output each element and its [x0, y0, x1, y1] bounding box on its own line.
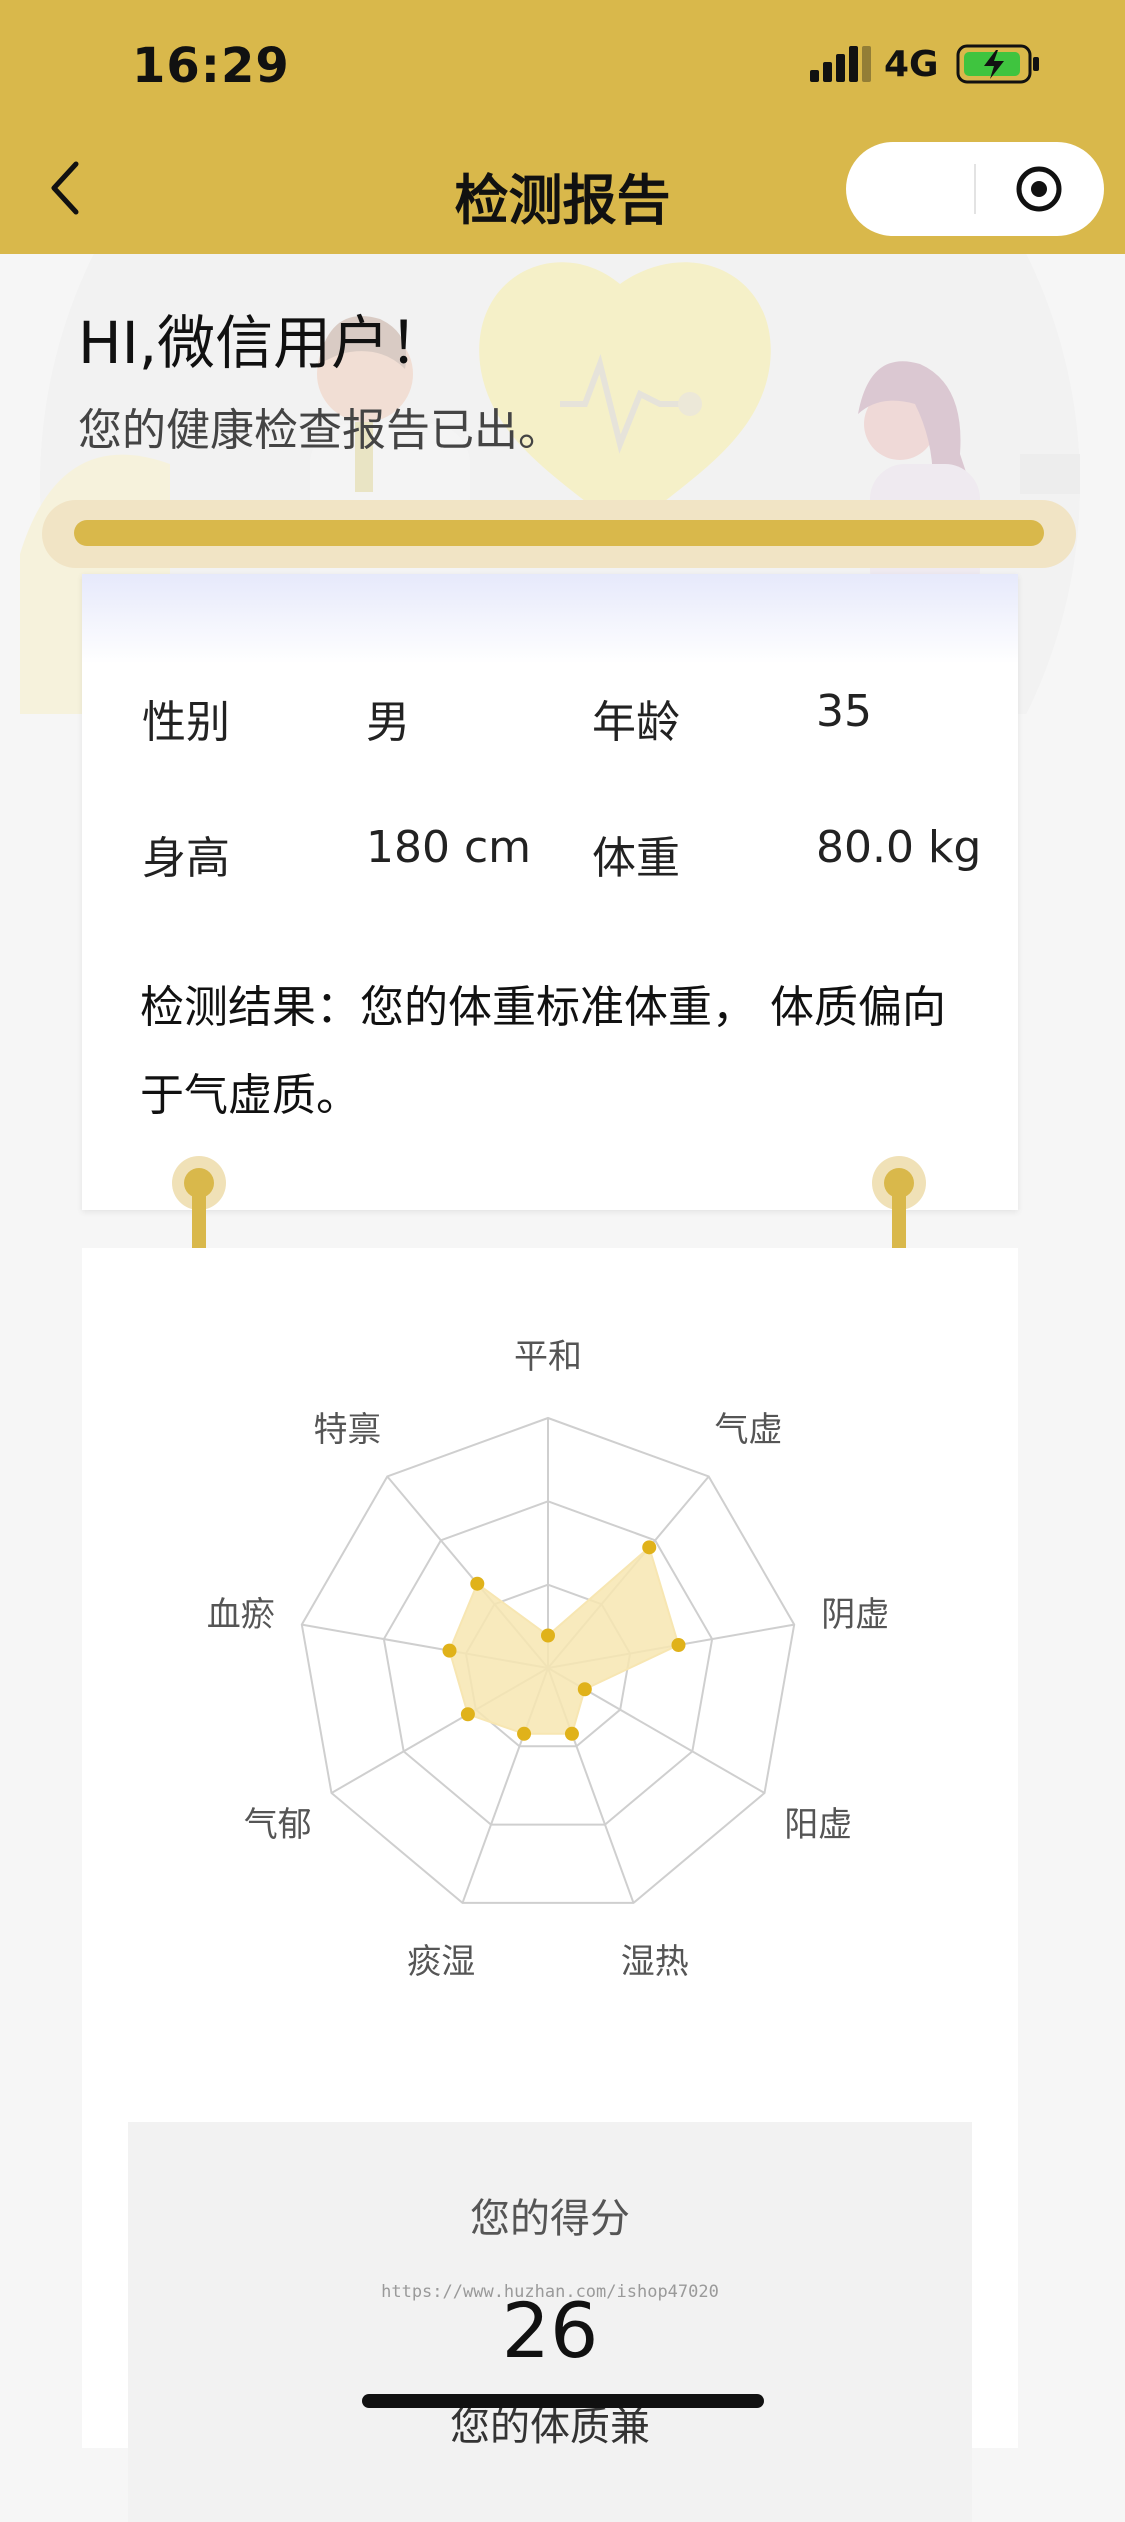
radar-point-4 — [577, 1682, 592, 1697]
score-title: 您的得分 — [470, 2196, 630, 2242]
detection-result: 检测结果：您的体重标准体重， 体质偏向于气虚质。 — [140, 982, 946, 1121]
network-type: 4G — [884, 44, 939, 85]
nav-bar: 16:29 4G 检测报告 — [0, 0, 1125, 254]
target-icon[interactable] — [1014, 164, 1064, 214]
radar-point-9 — [470, 1576, 485, 1591]
score-value: 26 — [501, 2286, 599, 2375]
radar-point-6 — [517, 1726, 532, 1741]
radar-point-7 — [460, 1707, 475, 1722]
radar-label-3: 阴虚 — [821, 1595, 889, 1635]
age-value: 35 — [816, 686, 872, 737]
greeting-subtitle: 您的健康检查报告已出。 — [78, 405, 562, 456]
radar-label-5: 湿热 — [621, 1942, 689, 1982]
printer-slot — [42, 500, 1076, 568]
weight-label: 体重 — [592, 833, 680, 884]
constitution-radar-chart: 平和气虚阴虚阳虚湿热 痰湿 气郁 血瘀 特禀 — [207, 1337, 890, 1982]
radar-point-3 — [671, 1637, 686, 1652]
radar-label-8: 血瘀 — [207, 1595, 275, 1635]
report-card: 性别 男 年龄 35 身高 180 cm 体重 80.0 kg 检测结果：您的体… — [82, 574, 1018, 1210]
radar-point-1 — [541, 1628, 555, 1643]
constitution-card: 平和气虚阴虚阳虚湿热 痰湿 气郁 血瘀 特禀 您的得分 https://www.huzh… — [82, 1248, 1018, 2522]
mini-program-capsule[interactable] — [846, 142, 1104, 236]
score-box: 您的得分 https://www.huzhan.com/ishop47020 2… — [128, 2122, 972, 2522]
radar-label-4: 阳虚 — [784, 1805, 852, 1845]
radar-label-7: 气郁 — [244, 1805, 312, 1845]
weight-value: 80.0 kg — [816, 822, 982, 873]
signal-icon — [810, 46, 871, 82]
home-indicator — [362, 2394, 764, 2408]
radar-point-2 — [642, 1540, 657, 1555]
height-value: 180 cm — [366, 822, 532, 873]
battery-icon — [956, 44, 1039, 84]
paper-shade — [82, 574, 1018, 664]
gender-value: 男 — [366, 697, 410, 748]
greeting-text: HI,微信用户！ — [78, 309, 448, 377]
radar-point-8 — [442, 1643, 457, 1658]
radar-label-6: 痰湿 — [407, 1942, 475, 1982]
radar-label-2: 气虚 — [715, 1410, 783, 1450]
gender-label: 性别 — [142, 697, 230, 748]
radar-label-1: 平和 — [514, 1337, 582, 1377]
radar-label-9: 特禀 — [313, 1410, 381, 1450]
radar-series-area — [448, 1545, 680, 1735]
status-time: 16:29 — [132, 38, 290, 94]
capsule-divider — [974, 164, 976, 214]
printer-slot-bar — [74, 520, 1044, 546]
height-label: 身高 — [142, 833, 230, 884]
age-label: 年龄 — [592, 697, 680, 748]
radar-point-5 — [564, 1726, 579, 1741]
